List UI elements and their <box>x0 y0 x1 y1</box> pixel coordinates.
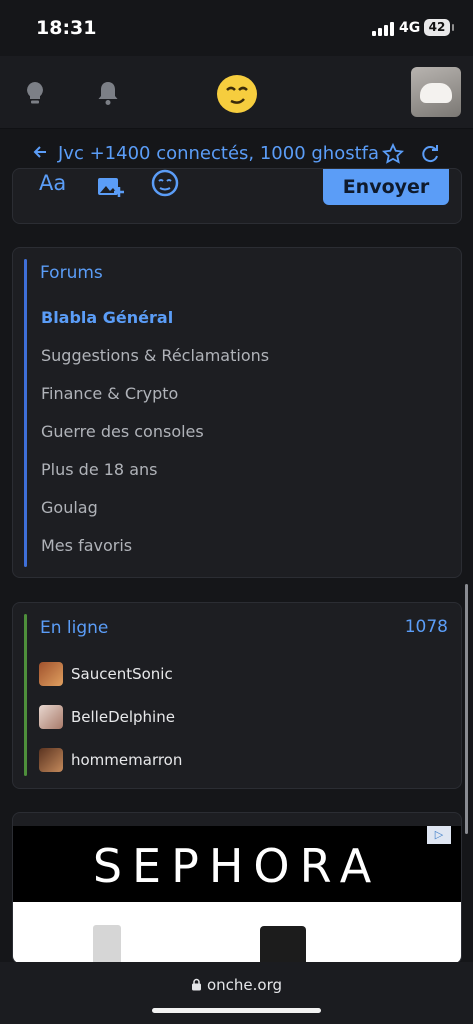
back-arrow-icon[interactable] <box>32 144 48 165</box>
url-text: onche.org <box>206 976 283 994</box>
advertisement-banner[interactable]: SEPHORA ▷ <box>12 812 462 964</box>
browser-bottom-bar: onche.org <box>0 962 473 1024</box>
signal-icon <box>372 22 394 36</box>
add-image-icon[interactable] <box>97 173 125 199</box>
online-count: 1078 <box>404 617 448 637</box>
star-icon[interactable] <box>382 143 404 165</box>
forum-link-finance-crypto[interactable]: Finance & Crypto <box>41 384 178 403</box>
ad-product-area <box>13 902 461 963</box>
online-user-name[interactable]: BelleDelphine <box>71 708 175 726</box>
network-label: 4G <box>399 20 421 36</box>
bell-icon[interactable] <box>93 78 123 108</box>
message-editor-toolbar: Aa Envoyer <box>12 168 462 224</box>
user-avatar-small <box>39 662 63 686</box>
send-button[interactable]: Envoyer <box>323 169 449 205</box>
online-user-name[interactable]: SaucentSonic <box>71 665 173 683</box>
forum-link-plus-18[interactable]: Plus de 18 ans <box>41 460 157 479</box>
perfume-bottle-image <box>260 926 306 963</box>
lightbulb-icon[interactable] <box>20 78 50 108</box>
forums-card: Forums Blabla Général Suggestions & Récl… <box>12 247 462 578</box>
online-accent-bar <box>24 614 27 776</box>
thread-title[interactable]: Jvc +1400 connectés, 1000 ghostfa <box>58 143 379 164</box>
user-avatar-small <box>39 705 63 729</box>
forum-link-guerre-consoles[interactable]: Guerre des consoles <box>41 422 204 441</box>
forum-link-suggestions[interactable]: Suggestions & Réclamations <box>41 346 269 365</box>
lock-icon <box>191 978 201 991</box>
status-bar: 18:31 4G 42 <box>0 0 473 56</box>
text-format-button[interactable]: Aa <box>39 171 66 195</box>
online-user[interactable]: hommemarron <box>39 748 182 772</box>
refresh-icon[interactable] <box>419 143 441 165</box>
online-title: En ligne <box>40 618 109 638</box>
online-user[interactable]: SaucentSonic <box>39 662 173 686</box>
perfume-bottle-image <box>93 925 121 963</box>
online-user[interactable]: BelleDelphine <box>39 705 175 729</box>
forum-link-favoris[interactable]: Mes favoris <box>41 536 132 555</box>
online-users-card: En ligne 1078 SaucentSonic BelleDelphine… <box>12 602 462 789</box>
smiley-logo-icon[interactable] <box>217 75 257 113</box>
user-avatar[interactable] <box>411 67 461 117</box>
forums-accent-bar <box>24 259 27 567</box>
forum-link-blabla-general[interactable]: Blabla Général <box>41 308 173 327</box>
battery-icon: 42 <box>424 19 454 36</box>
page-scrollbar[interactable] <box>465 584 468 834</box>
online-user-name[interactable]: hommemarron <box>71 751 182 769</box>
home-indicator[interactable] <box>152 1008 321 1013</box>
user-avatar-small <box>39 748 63 772</box>
ad-brand-name: SEPHORA <box>92 839 382 893</box>
status-time: 18:31 <box>36 17 97 39</box>
forum-link-goulag[interactable]: Goulag <box>41 498 98 517</box>
emoji-icon[interactable] <box>149 169 181 199</box>
ad-choices-icon[interactable]: ▷ <box>427 826 451 844</box>
forums-title: Forums <box>40 263 103 283</box>
address-bar[interactable]: onche.org <box>0 976 473 994</box>
